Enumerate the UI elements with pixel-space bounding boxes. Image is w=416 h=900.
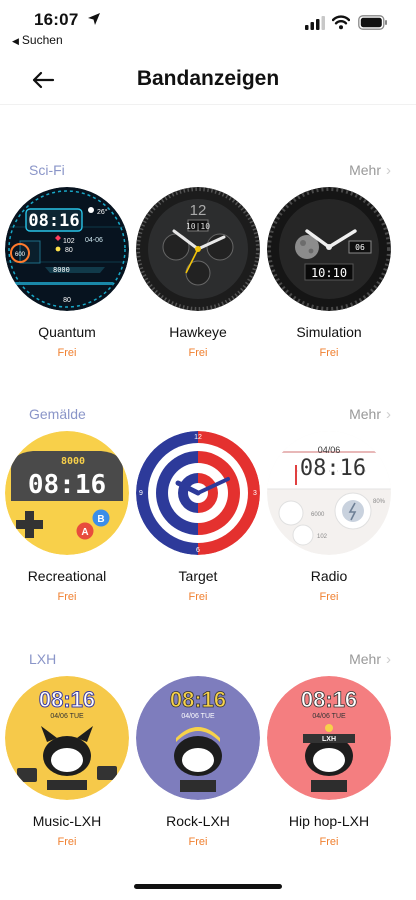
- quantum-heart: 102: [63, 238, 75, 245]
- quantum-date: 04-06: [85, 237, 103, 244]
- more-link[interactable]: Mehr ›: [349, 406, 391, 423]
- quantum-bottom: 80: [63, 297, 71, 304]
- quantum-temp: 26°: [97, 208, 108, 216]
- section-title: LXH: [29, 651, 57, 667]
- watch-face-preview-hip-hop-lxh: 08:16 04/06 TUE LXH: [267, 676, 391, 800]
- watch-face-preview-quantum: 08:16 26° 04-06 102 80 600 8000 80: [5, 187, 129, 311]
- watch-face-price: Frei: [188, 591, 208, 603]
- section-sci-fi: Sci-Fi Mehr › 08:16 26° 04-06 102 80 600…: [0, 162, 416, 367]
- watch-face-card-hawkeye[interactable]: 12 10|10 Hawkeye Frei: [136, 187, 260, 359]
- watch-face-preview-radio: 04/06 08:16 6000 102 80%: [267, 431, 391, 555]
- watch-face-preview-rock-lxh: 08:16 04/06 TUE: [136, 676, 260, 800]
- simulation-time: 10:10: [311, 266, 347, 280]
- chevron-right-icon: ›: [386, 162, 391, 179]
- watch-face-card-music-lxh[interactable]: 08:16 04/06 TUE Music-LXH Frei: [5, 676, 129, 848]
- section-title: Sci-Fi: [29, 162, 65, 178]
- target-6: 6: [196, 547, 200, 554]
- quantum-cal: 600: [15, 252, 26, 258]
- target-12: 12: [194, 434, 202, 441]
- hiphop-lxh-time: 08:16: [301, 687, 357, 712]
- radio-heart: 102: [317, 534, 328, 540]
- watch-face-card-quantum[interactable]: 08:16 26° 04-06 102 80 600 8000 80 Quant…: [5, 187, 129, 359]
- rock-lxh-time: 08:16: [170, 687, 226, 712]
- section-title: Gemälde: [29, 406, 86, 422]
- music-lxh-date: 04/06 TUE: [50, 713, 84, 720]
- watch-face-price: Frei: [57, 836, 77, 848]
- watch-face-price: Frei: [188, 836, 208, 848]
- hawkeye-12: 12: [190, 202, 207, 219]
- watch-face-price: Frei: [319, 347, 339, 359]
- chevron-right-icon: ›: [386, 406, 391, 423]
- section-header: Gemälde Mehr ›: [0, 406, 416, 426]
- more-label: Mehr: [349, 651, 381, 667]
- recreational-btn-b: B: [97, 514, 104, 525]
- watch-face-preview-music-lxh: 08:16 04/06 TUE: [5, 676, 129, 800]
- rock-lxh-date: 04/06 TUE: [181, 713, 215, 720]
- hiphop-lxh-band: LXH: [322, 736, 336, 743]
- watch-face-card-simulation[interactable]: 06 10:10 Simulation Frei: [267, 187, 391, 359]
- watch-face-card-rock-lxh[interactable]: 08:16 04/06 TUE Rock-LXH Frei: [136, 676, 260, 848]
- music-lxh-time: 08:16: [39, 687, 95, 712]
- quantum-time: 08:16: [28, 211, 79, 231]
- target-3: 3: [253, 490, 257, 497]
- recreational-time: 08:16: [28, 470, 106, 500]
- back-to-app-link[interactable]: ◀ Suchen: [12, 33, 63, 47]
- target-9: 9: [139, 490, 143, 497]
- radio-date: 04/06: [318, 445, 341, 455]
- watch-face-preview-simulation: 06 10:10: [267, 187, 391, 311]
- wifi-icon: [332, 15, 350, 30]
- home-indicator[interactable]: [134, 884, 282, 889]
- back-app-label: Suchen: [21, 33, 63, 47]
- radio-time: 08:16: [300, 456, 366, 481]
- watch-face-name: Simulation: [296, 324, 362, 340]
- simulation-day: 06: [355, 243, 365, 252]
- more-link[interactable]: Mehr ›: [349, 162, 391, 179]
- cellular-signal-icon: [305, 16, 325, 30]
- watch-face-price: Frei: [188, 347, 208, 359]
- status-time: 16:07: [34, 10, 79, 29]
- more-link[interactable]: Mehr ›: [349, 651, 391, 668]
- hiphop-lxh-date: 04/06 TUE: [312, 713, 346, 720]
- hawkeye-date: 10|10: [186, 222, 210, 231]
- section-header: Sci-Fi Mehr ›: [0, 162, 416, 182]
- back-triangle-icon: ◀: [12, 36, 19, 46]
- quantum-steps: 8000: [53, 266, 70, 274]
- chevron-right-icon: ›: [386, 651, 391, 668]
- watch-face-price: Frei: [319, 836, 339, 848]
- more-label: Mehr: [349, 406, 381, 422]
- watch-face-preview-target: 12 3 6 9: [136, 431, 260, 555]
- battery-icon: [358, 15, 387, 30]
- watch-face-card-hip-hop-lxh[interactable]: 08:16 04/06 TUE LXH Hip hop-LXH Frei: [267, 676, 391, 848]
- radio-percent: 80%: [373, 499, 386, 505]
- watch-face-price: Frei: [57, 347, 77, 359]
- watch-face-name: Radio: [310, 568, 348, 584]
- watch-face-card-recreational[interactable]: 8000 08:16 B A Recreational Frei: [5, 431, 129, 603]
- watch-face-card-radio[interactable]: 04/06 08:16 6000 102 80% Radio Frei: [267, 431, 391, 603]
- watch-face-card-target[interactable]: 12 3 6 9 Target Frei: [136, 431, 260, 603]
- nav-bar: Bandanzeigen: [0, 55, 416, 105]
- section-gemaelde: Gemälde Mehr › 8000 08:16 B A Recreationa…: [0, 406, 416, 611]
- more-label: Mehr: [349, 162, 381, 178]
- status-bar: 16:07 ◀ Suchen: [0, 0, 416, 50]
- recreational-score: 8000: [61, 456, 85, 467]
- watch-face-price: Frei: [319, 591, 339, 603]
- location-arrow-icon: [88, 13, 100, 25]
- section-header: LXH Mehr ›: [0, 651, 416, 671]
- quantum-misc: 80: [65, 247, 73, 254]
- watch-face-name: Hip hop-LXH: [288, 813, 370, 829]
- radio-steps: 6000: [311, 512, 325, 518]
- watch-face-price: Frei: [57, 591, 77, 603]
- section-lxh: LXH Mehr › 08:16 04/06 TUE Music-LXH Frei: [0, 651, 416, 856]
- page-title: Bandanzeigen: [136, 67, 280, 90]
- watch-face-preview-hawkeye: 12 10|10: [136, 187, 260, 311]
- watch-face-preview-recreational: 8000 08:16 B A: [5, 431, 129, 555]
- recreational-btn-a: A: [81, 527, 88, 538]
